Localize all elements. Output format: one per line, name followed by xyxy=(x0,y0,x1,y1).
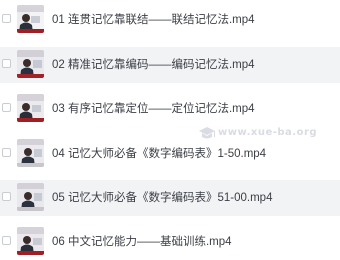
row-checkbox[interactable] xyxy=(2,148,11,157)
file-name[interactable]: 03 有序记忆靠定位——定位记忆法.mp4 xyxy=(52,91,255,127)
video-thumbnail xyxy=(17,183,44,211)
video-thumbnail xyxy=(17,227,44,255)
video-thumbnail xyxy=(17,94,44,122)
file-name[interactable]: 02 精准记忆靠编码——编码记忆法.mp4 xyxy=(52,47,255,83)
file-row[interactable]: 04 记忆大师必备《数字编码表》1-50.mp4 xyxy=(0,136,340,172)
file-name[interactable]: 06 中文记忆能力——基础训练.mp4 xyxy=(52,224,232,260)
file-name[interactable]: 01 连贯记忆靠联结——联结记忆法.mp4 xyxy=(52,2,255,38)
file-list: 01 连贯记忆靠联结——联结记忆法.mp4 02 精准记忆靠编码——编码记忆法.… xyxy=(0,0,340,255)
file-row[interactable]: 06 中文记忆能力——基础训练.mp4 xyxy=(0,224,340,260)
video-thumbnail xyxy=(17,50,44,78)
row-checkbox[interactable] xyxy=(2,192,11,201)
file-row[interactable]: 03 有序记忆靠定位——定位记忆法.mp4 xyxy=(0,91,340,127)
file-row[interactable]: 05 记忆大师必备《数字编码表》51-00.mp4 xyxy=(0,180,340,216)
row-checkbox[interactable] xyxy=(2,236,11,245)
row-checkbox[interactable] xyxy=(2,59,11,68)
file-row[interactable]: 02 精准记忆靠编码——编码记忆法.mp4 xyxy=(0,47,340,83)
row-checkbox[interactable] xyxy=(2,14,11,23)
row-checkbox[interactable] xyxy=(2,103,11,112)
video-thumbnail xyxy=(17,139,44,167)
file-row[interactable]: 01 连贯记忆靠联结——联结记忆法.mp4 xyxy=(0,2,340,38)
video-thumbnail xyxy=(17,5,44,33)
file-name[interactable]: 05 记忆大师必备《数字编码表》51-00.mp4 xyxy=(52,180,272,216)
file-name[interactable]: 04 记忆大师必备《数字编码表》1-50.mp4 xyxy=(52,136,266,172)
